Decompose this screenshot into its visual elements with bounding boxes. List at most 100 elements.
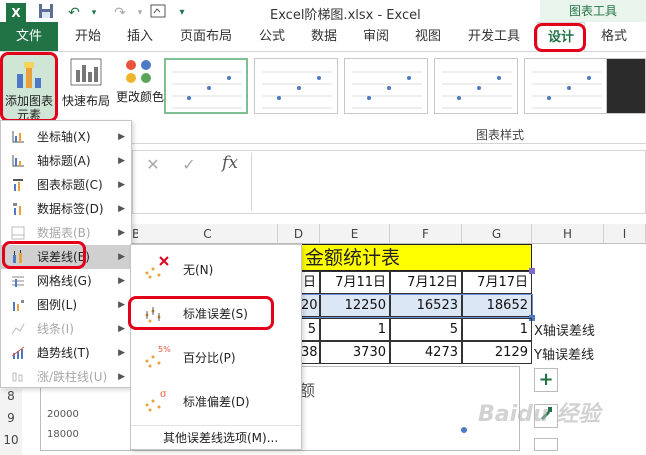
row-number[interactable]: 9: [0, 411, 22, 433]
formula-bar: ✕ ✓ fx: [132, 150, 646, 214]
excel-logo-icon: X: [6, 3, 26, 23]
value-cell[interactable]: 1: [320, 318, 390, 341]
menu-item-chart-title[interactable]: 图表标题(C) ▶: [1, 173, 131, 197]
row-number[interactable]: 10: [0, 433, 22, 455]
col-header-h[interactable]: H: [532, 224, 604, 244]
tab-review[interactable]: 审阅: [358, 22, 394, 51]
row-label-x-error[interactable]: X轴误差线: [534, 320, 595, 339]
tab-home[interactable]: 开始: [70, 22, 106, 51]
quick-layout-button[interactable]: 快速布局: [60, 54, 112, 122]
axis-tick-label: 18000: [47, 429, 79, 440]
gridlines-icon: [12, 276, 24, 287]
menu-item-label: 坐标轴(X): [37, 130, 91, 144]
menu-item-axis-titles[interactable]: 轴标题(A) ▶: [1, 149, 131, 173]
percentage-icon: 5%: [145, 345, 171, 368]
redo-icon[interactable]: ↷: [110, 3, 130, 23]
row-label-y-error[interactable]: Y轴误差线: [534, 344, 594, 363]
chart-style-6[interactable]: [606, 58, 646, 114]
date-cell[interactable]: 7月12日: [390, 271, 462, 294]
value-cell[interactable]: 3730: [320, 341, 390, 364]
menu-item-label: 涨/跌柱线(U): [37, 370, 108, 384]
customize-qat-icon[interactable]: ▾: [172, 3, 192, 23]
change-colors-button[interactable]: 更改颜色: [116, 54, 164, 122]
no-error-bars-icon: [145, 256, 169, 279]
col-header-c[interactable]: C: [138, 224, 278, 244]
value-cell[interactable]: 38: [300, 341, 320, 364]
col-header-e[interactable]: E: [320, 224, 390, 244]
chart-elements-plus-icon[interactable]: +: [534, 368, 558, 392]
undo-icon[interactable]: ↶: [64, 3, 84, 23]
date-cell[interactable]: 日: [300, 271, 320, 294]
formula-input[interactable]: [251, 153, 641, 211]
menu-item-trendline[interactable]: 趋势线(T) ▶: [1, 341, 131, 365]
up-down-bars-icon: [12, 372, 23, 382]
axis-tick-label: 20000: [47, 409, 79, 420]
submenu-arrow-icon: ▶: [118, 252, 125, 262]
axes-icon: [12, 131, 24, 143]
menu-item-axes[interactable]: 坐标轴(X) ▶: [1, 125, 131, 149]
tab-insert[interactable]: 插入: [122, 22, 158, 51]
date-cell[interactable]: 7月11日: [320, 271, 390, 294]
watermark: Baidu 经验: [478, 402, 601, 427]
tab-format[interactable]: 格式: [594, 22, 634, 51]
menu-item-data-labels[interactable]: 数据标签(D) ▶: [1, 197, 131, 221]
submenu-item-label: 标准偏差(D): [183, 395, 250, 409]
range-handle[interactable]: [529, 268, 535, 274]
menu-item-label: 图表标题(C): [37, 178, 103, 192]
tab-formulas[interactable]: 公式: [254, 22, 290, 51]
selected-range-outline: [300, 294, 533, 318]
submenu-arrow-icon: ▶: [118, 204, 125, 214]
submenu-item-none[interactable]: 无(N): [131, 247, 301, 291]
col-header-i[interactable]: I: [604, 224, 646, 244]
quick-layout-label: 快速布局: [61, 94, 110, 108]
value-cell[interactable]: 2129: [462, 341, 532, 364]
submenu-item-label: 无(N): [183, 263, 214, 277]
tab-developer[interactable]: 开发工具: [462, 22, 526, 51]
submenu-arrow-icon: ▶: [118, 300, 125, 310]
date-cell[interactable]: 7月17日: [462, 271, 532, 294]
more-error-bar-options[interactable]: 其他误差线选项(M)...: [131, 425, 301, 449]
col-header-d[interactable]: D: [278, 224, 320, 244]
form-icon[interactable]: [148, 3, 168, 23]
change-colors-icon: [126, 60, 151, 83]
redo-dropdown-icon[interactable]: ▾: [130, 3, 150, 23]
window-title: Excel阶梯图.xlsx - Excel: [270, 8, 421, 23]
table-title-cell[interactable]: 金额统计表: [300, 244, 532, 271]
submenu-item-standard-deviation[interactable]: σ 标准偏差(D): [131, 379, 301, 423]
standard-deviation-icon: σ: [145, 389, 167, 412]
chart-styles-group-label: 图表样式: [476, 128, 525, 142]
undo-dropdown-icon[interactable]: ▾: [84, 3, 104, 23]
value-cell[interactable]: 5: [390, 318, 462, 341]
highlight-error-bars: [2, 241, 86, 269]
percent-badge: 5%: [158, 345, 171, 354]
data-table-icon: [11, 226, 25, 240]
save-icon[interactable]: [36, 3, 56, 23]
submenu-arrow-icon: ▶: [118, 228, 125, 238]
value-cell[interactable]: 1: [462, 318, 532, 341]
insert-function-icon[interactable]: fx: [215, 153, 245, 177]
value-cell[interactable]: 4273: [390, 341, 462, 364]
value-cell[interactable]: 5: [300, 318, 320, 341]
cancel-entry-icon[interactable]: ✕: [141, 155, 165, 177]
chart-filter-icon[interactable]: [534, 438, 558, 451]
lines-icon: [11, 323, 25, 335]
confirm-entry-icon[interactable]: ✓: [177, 155, 201, 177]
row-number[interactable]: 8: [0, 389, 22, 411]
submenu-item-label: 百分比(P): [183, 351, 236, 365]
submenu-arrow-icon: ▶: [118, 348, 125, 358]
tab-page-layout[interactable]: 页面布局: [174, 22, 238, 51]
menu-item-legend[interactable]: 图例(L) ▶: [1, 293, 131, 317]
highlight-design-tab: [534, 23, 586, 52]
chart-title-icon: [13, 179, 23, 191]
submenu-item-percentage[interactable]: 5% 百分比(P): [131, 335, 301, 379]
tab-view[interactable]: 视图: [410, 22, 446, 51]
menu-item-gridlines[interactable]: 网格线(G) ▶: [1, 269, 131, 293]
col-header-f[interactable]: F: [390, 224, 462, 244]
error-bars-submenu: 无(N) 标准误差(S) 5% 百分比(P) σ 标准偏差(D) 其他误差线选项…: [130, 244, 302, 450]
col-header-g[interactable]: G: [462, 224, 532, 244]
submenu-arrow-icon: ▶: [118, 276, 125, 286]
highlight-standard-error: [128, 296, 274, 330]
tab-file[interactable]: 文件: [0, 22, 58, 51]
data-point[interactable]: [461, 427, 467, 433]
tab-data[interactable]: 数据: [306, 22, 342, 51]
